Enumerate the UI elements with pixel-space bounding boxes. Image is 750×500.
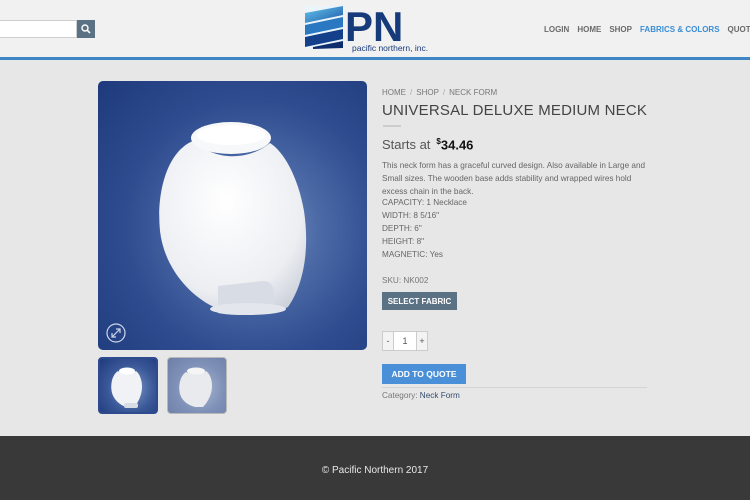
product-title: UNIVERSAL DELUXE MEDIUM NECK	[382, 102, 648, 119]
qty-plus-button[interactable]: +	[416, 331, 428, 351]
nav-home[interactable]: HOME	[577, 25, 601, 34]
site-header: PN pacific northern, inc. LOGIN HOME SHO…	[0, 0, 750, 57]
search-button[interactable]	[77, 20, 95, 38]
qty-minus-button[interactable]: -	[382, 331, 394, 351]
title-divider	[383, 125, 401, 127]
product-sku: SKU: NK002	[382, 276, 429, 285]
add-to-quote-button[interactable]: ADD TO QUOTE	[382, 364, 466, 384]
product-thumbnail-1[interactable]	[98, 357, 158, 414]
product-price: $34.46	[436, 137, 474, 153]
breadcrumb: HOME / SHOP / NECK FORM	[382, 88, 498, 97]
qty-input[interactable]: 1	[394, 331, 416, 351]
nav-login[interactable]: LOGIN	[544, 25, 569, 34]
nav-fabrics-colors[interactable]: FABRICS & COLORS	[640, 25, 720, 34]
search-input[interactable]	[0, 20, 77, 38]
product-category: Category: Neck Form	[382, 391, 460, 400]
search-icon	[81, 24, 91, 34]
logo-tagline: pacific northern, inc.	[352, 43, 428, 53]
spec-height: HEIGHT: 8"	[382, 237, 425, 246]
breadcrumb-neck-form[interactable]: NECK FORM	[449, 88, 497, 97]
product-description: This neck form has a graceful curved des…	[382, 161, 646, 196]
header-accent-bar	[0, 57, 750, 60]
breadcrumb-home[interactable]: HOME	[382, 88, 406, 97]
select-fabric-button[interactable]: SELECT FABRIC	[382, 292, 457, 310]
copyright-text: © Pacific Northern 2017	[321, 465, 429, 476]
spec-width: WIDTH: 8 5/16"	[382, 211, 440, 220]
spec-magnetic: MAGNETIC: Yes	[382, 250, 443, 259]
product-thumbnail-2[interactable]	[167, 357, 227, 414]
site-logo[interactable]: PN pacific northern, inc.	[305, 3, 445, 53]
category-link[interactable]: Neck Form	[420, 391, 460, 400]
nav-quote[interactable]: QUOTE	[728, 25, 750, 34]
nav-shop[interactable]: SHOP	[609, 25, 632, 34]
main-nav: LOGIN HOME SHOP FABRICS & COLORS QUOTE	[544, 25, 750, 34]
meta-divider	[382, 387, 647, 388]
product-main-image[interactable]	[98, 81, 367, 350]
zoom-icon	[106, 323, 126, 343]
price-row: Starts at $34.46	[382, 137, 473, 152]
breadcrumb-shop[interactable]: SHOP	[416, 88, 439, 97]
quantity-stepper: - 1 +	[382, 331, 428, 351]
zoom-button[interactable]	[106, 323, 126, 343]
category-label: Category:	[382, 391, 418, 400]
price-label: Starts at	[382, 137, 431, 153]
spec-depth: DEPTH: 6"	[382, 224, 422, 233]
spec-capacity: CAPACITY: 1 Necklace	[382, 198, 467, 207]
